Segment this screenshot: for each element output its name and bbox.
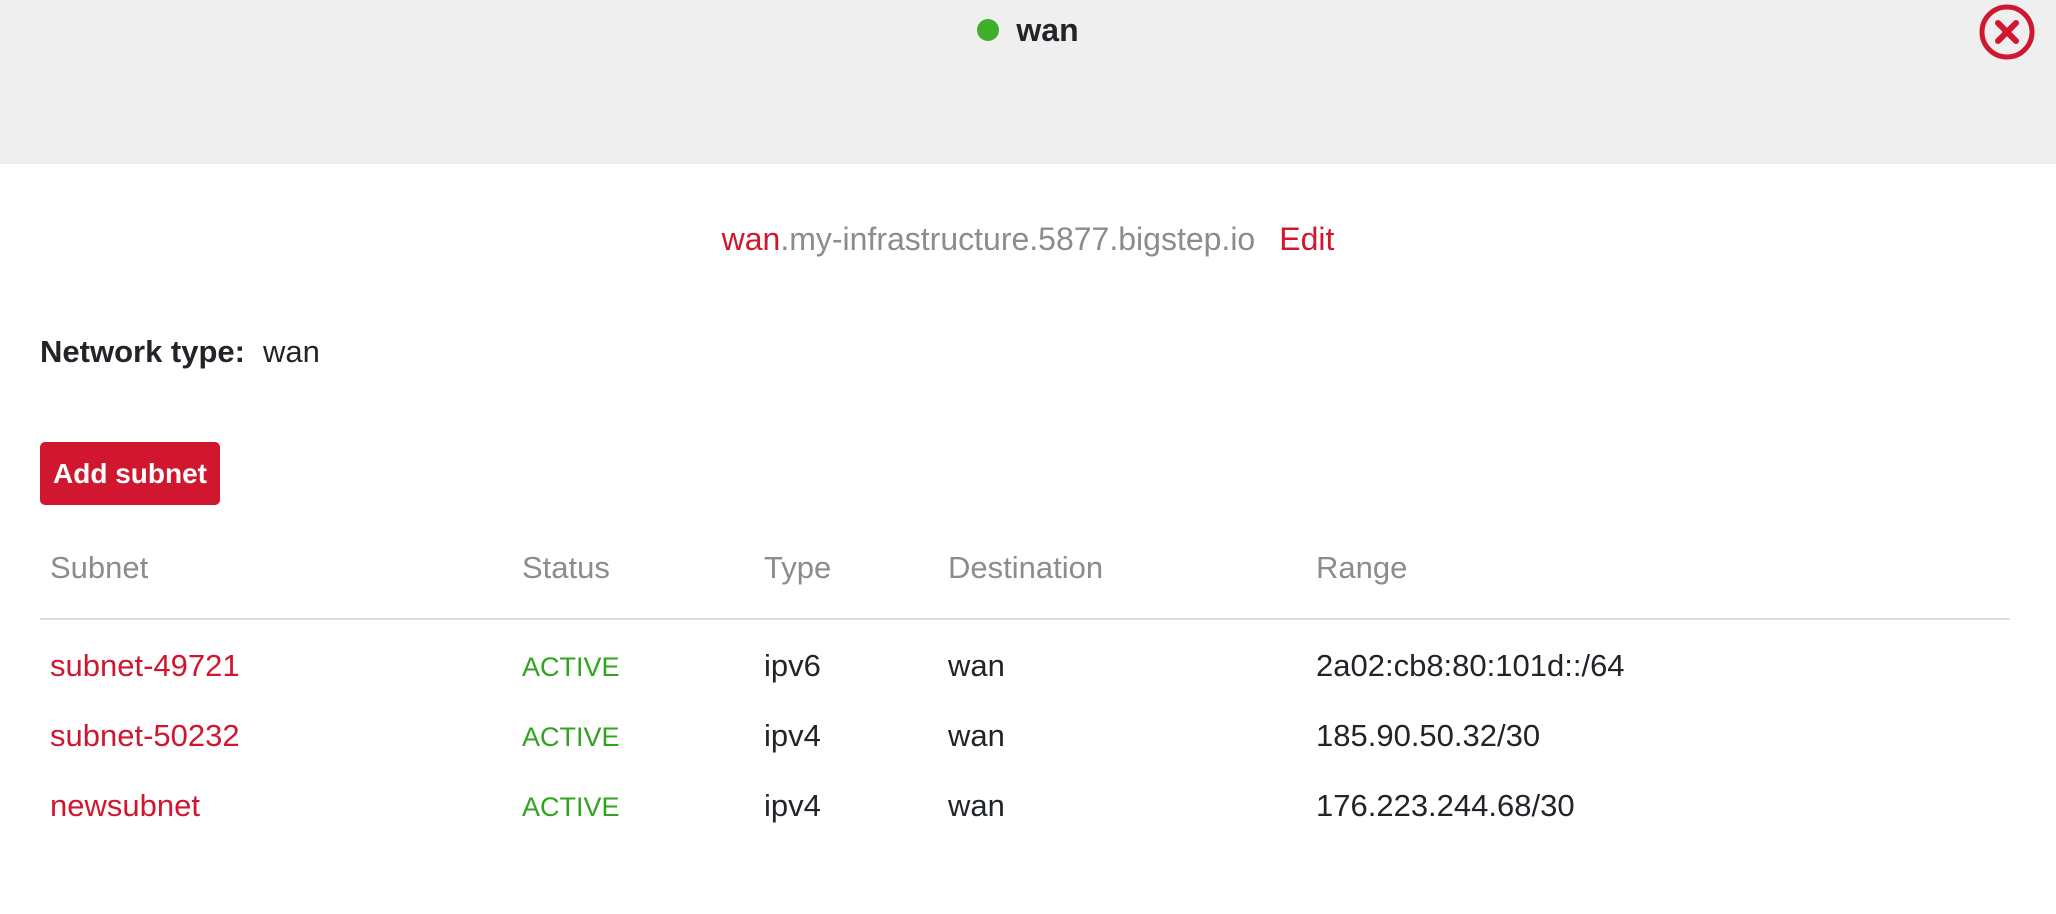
type-cell: ipv4 [764, 718, 821, 753]
subnet-link[interactable]: subnet-49721 [50, 648, 240, 684]
add-subnet-button[interactable]: Add subnet [40, 442, 220, 505]
column-header-type: Type [764, 550, 832, 585]
fqdn-suffix: .my-infrastructure.5877.bigstep.io [780, 220, 1256, 257]
destination-cell: wan [948, 788, 1005, 823]
column-header-subnet: Subnet [50, 550, 149, 585]
fqdn-prefix: wan [721, 220, 781, 257]
range-cell: 176.223.244.68/30 [1316, 788, 1575, 823]
close-circle-icon [1979, 4, 2035, 60]
column-header-destination: Destination [948, 550, 1104, 585]
subnet-link[interactable]: newsubnet [50, 788, 200, 824]
destination-cell: wan [948, 648, 1005, 683]
edit-link[interactable]: Edit [1279, 221, 1334, 258]
column-header-range: Range [1316, 550, 1408, 585]
table-row: subnet-50232 ACTIVE ipv4 wan 185.90.50.3… [40, 700, 2010, 770]
range-cell: 2a02:cb8:80:101d::/64 [1316, 648, 1625, 683]
status-cell: ACTIVE [522, 722, 620, 752]
table-header: Subnet Status Type Destination Range [40, 540, 2010, 620]
status-cell: ACTIVE [522, 792, 620, 822]
column-header-status: Status [522, 550, 610, 585]
title-wrap: wan [0, 8, 2056, 52]
range-cell: 185.90.50.32/30 [1316, 718, 1541, 753]
table-row: newsubnet ACTIVE ipv4 wan 176.223.244.68… [40, 770, 2010, 840]
table-row: subnet-49721 ACTIVE ipv6 wan 2a02:cb8:80… [40, 630, 2010, 700]
type-cell: ipv4 [764, 788, 821, 823]
destination-cell: wan [948, 718, 1005, 753]
status-dot-icon [977, 19, 1000, 41]
network-type-value: wan [262, 334, 320, 369]
close-button[interactable] [1978, 3, 2036, 61]
subnet-link[interactable]: subnet-50232 [50, 718, 240, 754]
page-title: wan [1016, 11, 1079, 48]
type-cell: ipv6 [764, 648, 821, 683]
modal-header: wan [0, 0, 2056, 164]
subnets-table: Subnet Status Type Destination Range sub… [40, 540, 2010, 840]
table-body: subnet-49721 ACTIVE ipv6 wan 2a02:cb8:80… [40, 620, 2010, 840]
status-cell: ACTIVE [522, 652, 620, 682]
network-type-label: Network type: [40, 334, 245, 369]
network-fqdn: wan .my-infrastructure.5877.bigstep.io Ed… [0, 216, 2056, 262]
network-type-row: Network type: wan [40, 334, 320, 370]
